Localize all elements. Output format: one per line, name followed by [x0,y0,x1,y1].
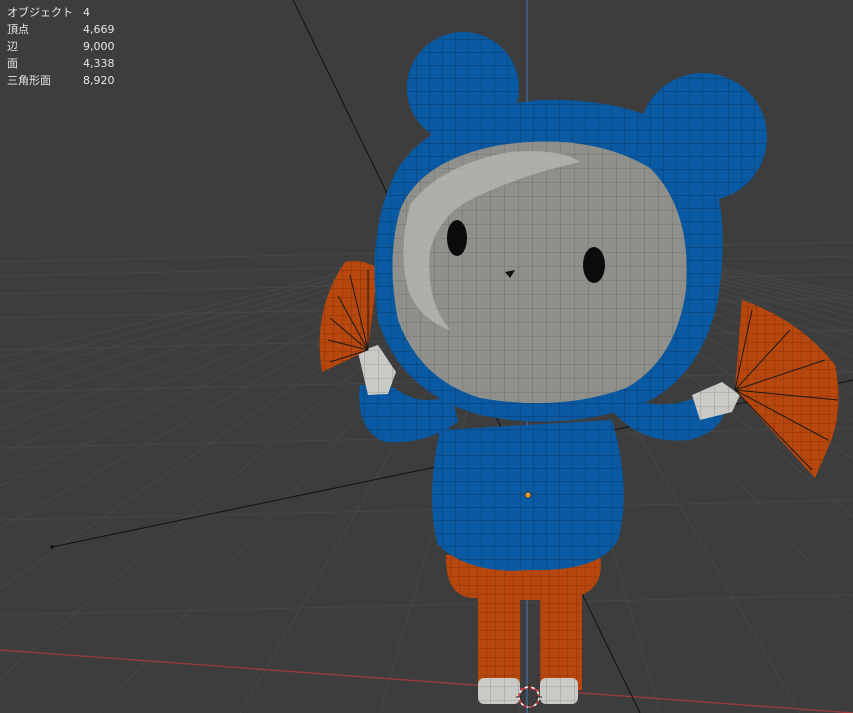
stat-edges: 辺 9,000 [7,38,115,55]
right-eye [583,247,605,283]
legs [445,555,601,704]
stat-label: 面 [7,57,18,70]
stat-value: 4 [83,6,90,19]
3d-viewport[interactable]: オブジェクト 4 頂点 4,669 辺 9,000 面 4,338 三角形面 8… [0,0,853,713]
grid-line [0,594,853,616]
stat-label: オブジェクト [7,6,73,19]
stat-objects: オブジェクト 4 [7,4,115,21]
stat-value: 8,920 [83,74,115,87]
stat-label: 三角形面 [7,74,51,87]
scene-canvas[interactable] [0,0,853,713]
statistics-overlay: オブジェクト 4 頂点 4,669 辺 9,000 面 4,338 三角形面 8… [7,4,115,89]
face [392,141,687,404]
left-eye [447,220,467,256]
stat-value: 4,669 [83,23,115,36]
grid-line [0,249,443,368]
body [431,420,624,571]
stat-value: 4,338 [83,57,115,70]
object-origin [524,491,532,499]
stat-label: 辺 [7,40,18,53]
right-fan [734,300,839,478]
stat-triangles: 三角形面 8,920 [7,72,115,89]
stat-vertices: 頂点 4,669 [7,21,115,38]
stat-label: 頂点 [7,23,29,36]
character-mesh [319,32,839,704]
grid-line [0,499,853,521]
light-point [50,545,54,549]
stat-value: 9,000 [83,40,115,53]
stat-faces: 面 4,338 [7,55,115,72]
